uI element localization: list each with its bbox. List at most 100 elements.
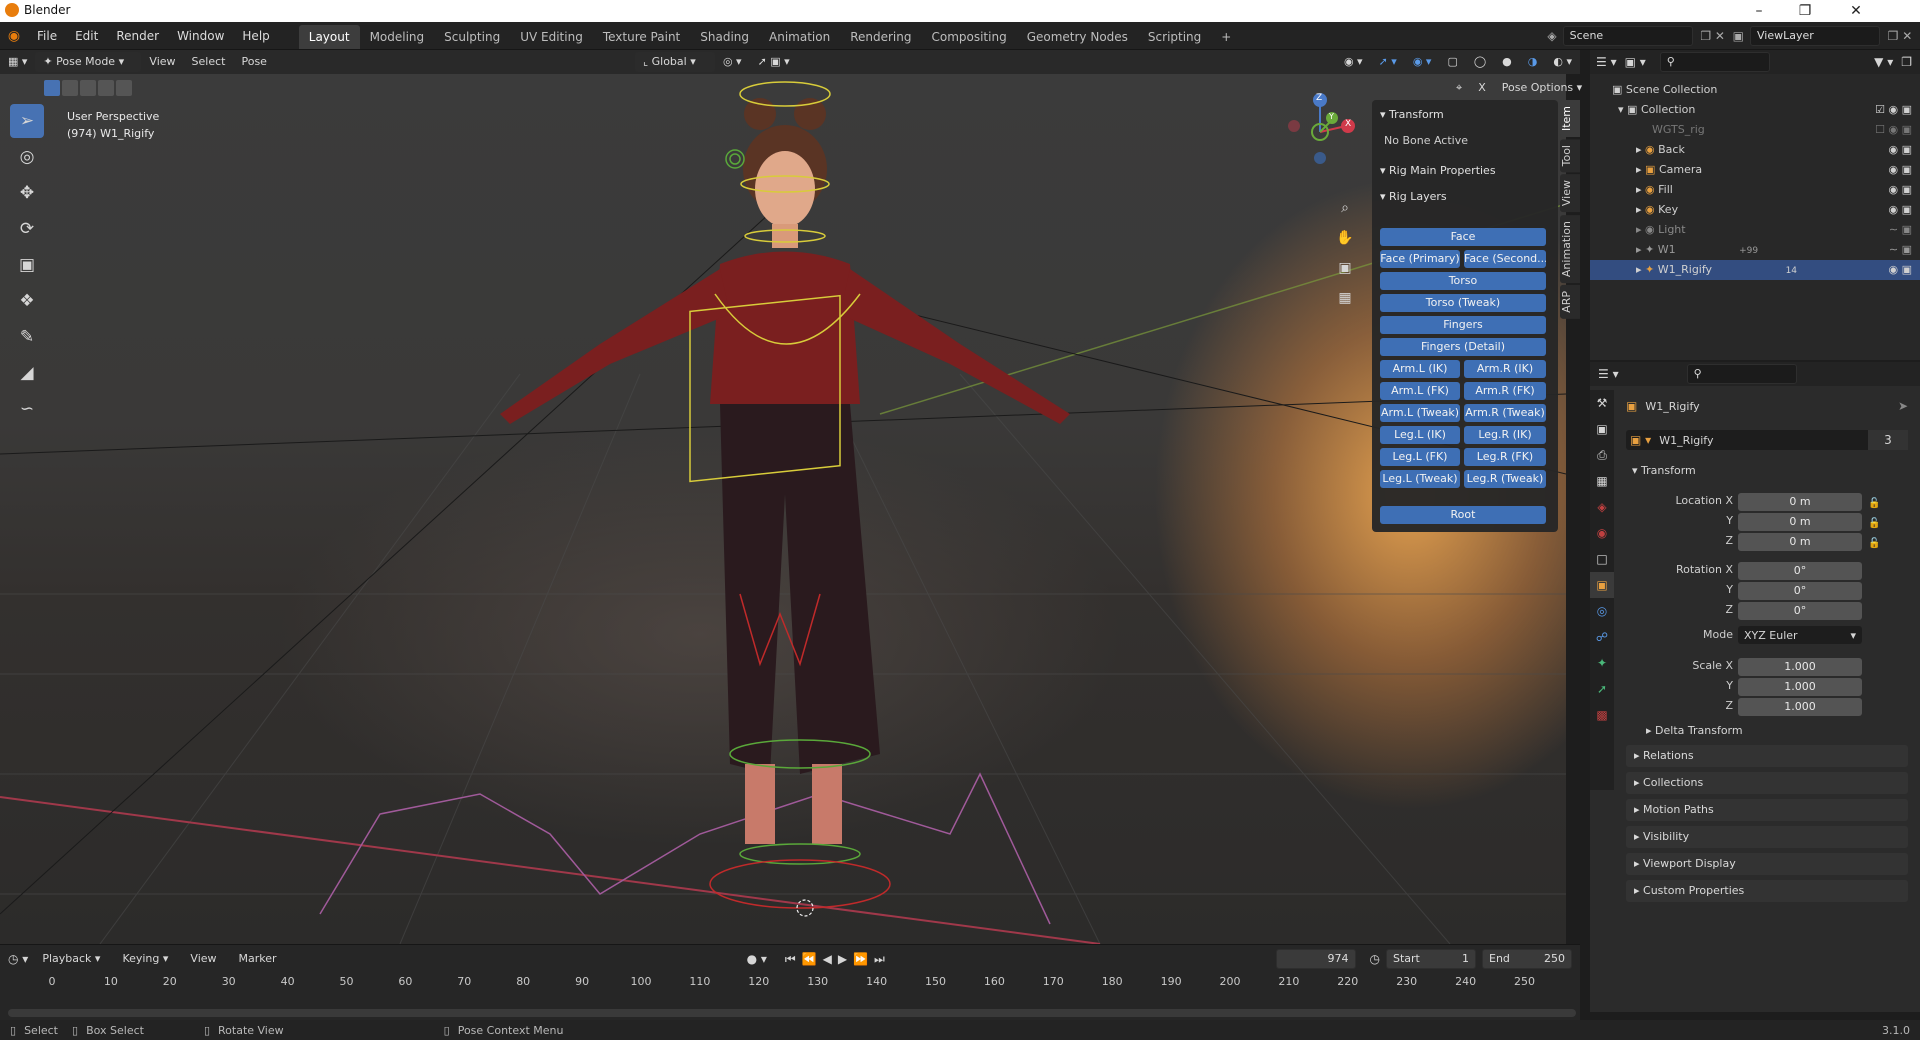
location-y-field[interactable]: 0 m bbox=[1738, 513, 1862, 531]
scale-x-field[interactable]: 1.000 bbox=[1738, 658, 1862, 676]
select-extend-icon[interactable] bbox=[62, 80, 78, 96]
annotate-icon[interactable]: ✎ bbox=[10, 320, 44, 354]
menu-help[interactable]: Help bbox=[233, 22, 278, 50]
tab-animation-side[interactable]: Animation bbox=[1560, 214, 1580, 283]
measure-icon[interactable]: ◢ bbox=[10, 356, 44, 390]
tab-rendering[interactable]: Rendering bbox=[840, 25, 921, 49]
key-visibility-icons[interactable]: ◉ ▣ bbox=[1889, 200, 1913, 220]
cursor-icon[interactable]: ◎ bbox=[10, 140, 44, 174]
new-viewlayer-icon[interactable]: ❐ ✕ bbox=[1880, 29, 1920, 43]
wireframe-shading-icon[interactable]: ◯ bbox=[1466, 52, 1494, 72]
rendered-shading-icon[interactable]: ◐ ▾ bbox=[1545, 52, 1580, 72]
layer-leg-l-tweak-button[interactable]: Leg.L (Tweak) bbox=[1380, 470, 1460, 488]
layer-leg-r-ik-button[interactable]: Leg.R (IK) bbox=[1464, 426, 1546, 444]
pose-tool-icon[interactable]: ∽ bbox=[10, 392, 44, 426]
tab-compositing[interactable]: Compositing bbox=[921, 25, 1016, 49]
texture-props-icon[interactable]: ▩ bbox=[1590, 702, 1614, 728]
tab-tool[interactable]: Tool bbox=[1560, 139, 1580, 173]
fill-visibility-icons[interactable]: ◉ ▣ bbox=[1889, 180, 1913, 200]
solid-shading-icon[interactable]: ● bbox=[1494, 52, 1520, 72]
location-z-field[interactable]: 0 m bbox=[1738, 533, 1862, 551]
constraints-props-icon[interactable]: ☍ bbox=[1590, 624, 1614, 650]
menu-view[interactable]: View bbox=[141, 52, 183, 72]
frame-ruler[interactable]: 0 10 20 30 40 50 60 70 80 90 100 110 120 130 140 150 160… bbox=[0, 945, 1580, 1005]
section-visibility[interactable]: ▸ Visibility bbox=[1626, 826, 1908, 848]
outliner-editor-icon[interactable]: ☰ ▾ bbox=[1596, 55, 1617, 69]
collection-props-icon[interactable]: □ bbox=[1590, 546, 1614, 572]
transform-lock-icons[interactable]: 🔓 🔓 🔓 bbox=[1868, 494, 1892, 554]
scene-props-icon[interactable]: ◈ bbox=[1590, 494, 1614, 520]
editor-type-icon[interactable]: ▦ ▾ bbox=[0, 52, 35, 72]
rotation-z-field[interactable]: 0° bbox=[1738, 602, 1862, 620]
transform-section-header[interactable]: ▾ Transform bbox=[1632, 464, 1696, 477]
rotation-x-field[interactable]: 0° bbox=[1738, 562, 1862, 580]
menu-pose[interactable]: Pose bbox=[233, 52, 274, 72]
tab-texture-paint[interactable]: Texture Paint bbox=[593, 25, 690, 49]
scale-z-field[interactable]: 1.000 bbox=[1738, 698, 1862, 716]
rig-layers-header[interactable]: ▾ Rig Layers bbox=[1372, 186, 1558, 208]
minimize-icon[interactable]: – bbox=[1736, 0, 1782, 22]
layer-torso-tweak-button[interactable]: Torso (Tweak) bbox=[1380, 294, 1546, 312]
outliner-row-camera[interactable]: ▸ ▣ Camera ◉ ▣ bbox=[1590, 160, 1920, 180]
location-x-field[interactable]: 0 m bbox=[1738, 493, 1862, 511]
outliner-row-fill[interactable]: ▸ ◉ Fill ◉ ▣ bbox=[1590, 180, 1920, 200]
w1-rigify-visibility-icons[interactable]: ◉ ▣ bbox=[1889, 260, 1913, 280]
menu-edit[interactable]: Edit bbox=[66, 22, 107, 50]
pivot-icon[interactable]: ◎ ▾ bbox=[715, 52, 750, 72]
physics-props-icon[interactable]: ◎ bbox=[1590, 598, 1614, 624]
rotation-mode-dropdown[interactable]: XYZ Euler ▾ bbox=[1738, 626, 1862, 644]
gizmo-toggle-icon[interactable]: ➚ ▾ bbox=[1371, 52, 1405, 72]
select-new-icon[interactable] bbox=[44, 80, 60, 96]
layer-arm-l-fk-button[interactable]: Arm.L (FK) bbox=[1380, 382, 1460, 400]
timeline-scrollbar[interactable] bbox=[8, 1009, 1576, 1017]
layer-arm-l-tweak-button[interactable]: Arm.L (Tweak) bbox=[1380, 404, 1460, 422]
rotation-y-field[interactable]: 0° bbox=[1738, 582, 1862, 600]
scene-icon[interactable]: ◈ bbox=[1547, 29, 1556, 43]
delta-transform-header[interactable]: ▸ Delta Transform bbox=[1646, 724, 1743, 737]
output-props-icon[interactable]: ⎙ bbox=[1590, 442, 1614, 468]
rotate-icon[interactable]: ⟳ bbox=[10, 212, 44, 246]
tab-scripting[interactable]: Scripting bbox=[1138, 25, 1211, 49]
collection-visibility-icons[interactable]: ☑ ◉ ▣ bbox=[1875, 100, 1912, 120]
section-relations[interactable]: ▸ Relations bbox=[1626, 745, 1908, 767]
layer-arm-r-fk-button[interactable]: Arm.R (FK) bbox=[1464, 382, 1546, 400]
select-intersect-icon[interactable] bbox=[116, 80, 132, 96]
layer-arm-l-ik-button[interactable]: Arm.L (IK) bbox=[1380, 360, 1460, 378]
layer-root-button[interactable]: Root bbox=[1380, 506, 1546, 524]
layer-arm-r-tweak-button[interactable]: Arm.R (Tweak) bbox=[1464, 404, 1546, 422]
new-scene-icon[interactable]: ❐ ✕ bbox=[1693, 29, 1733, 43]
auto-normalize-icon[interactable]: ⌖ bbox=[1448, 78, 1470, 98]
tab-geometry-nodes[interactable]: Geometry Nodes bbox=[1017, 25, 1138, 49]
camera-visibility-icons[interactable]: ◉ ▣ bbox=[1889, 160, 1913, 180]
navigation-gizmo[interactable]: Z X Y bbox=[1280, 88, 1360, 168]
outliner-row-key[interactable]: ▸ ◉ Key ◉ ▣ bbox=[1590, 200, 1920, 220]
tab-layout[interactable]: Layout bbox=[298, 24, 360, 49]
filter-icon[interactable]: ▼ ▾ bbox=[1874, 55, 1893, 69]
display-mode-icon[interactable]: ▣ ▾ bbox=[1625, 55, 1646, 69]
section-custom-properties[interactable]: ▸ Custom Properties bbox=[1626, 880, 1908, 902]
transform-icon[interactable]: ❖ bbox=[10, 284, 44, 318]
menu-render[interactable]: Render bbox=[107, 22, 168, 50]
new-collection-icon[interactable]: ❐ bbox=[1901, 55, 1912, 69]
x-mirror-toggle[interactable]: X bbox=[1470, 78, 1494, 98]
section-viewport-display[interactable]: ▸ Viewport Display bbox=[1626, 853, 1908, 875]
object-props-icon[interactable]: ▣ bbox=[1590, 572, 1614, 598]
tab-uv-editing[interactable]: UV Editing bbox=[510, 25, 593, 49]
tab-shading[interactable]: Shading bbox=[690, 25, 759, 49]
properties-search-input[interactable]: ⚲ bbox=[1686, 364, 1797, 384]
viewlayer-field[interactable]: ViewLayer bbox=[1750, 25, 1880, 46]
snap-icon[interactable]: ➚ ▣ ▾ bbox=[750, 52, 798, 72]
transform-header[interactable]: ▾ Transform bbox=[1372, 104, 1558, 126]
overlay-toggle-icon[interactable]: ◉ ▾ bbox=[1405, 52, 1440, 72]
tab-modeling[interactable]: Modeling bbox=[360, 25, 435, 49]
world-props-icon[interactable]: ◉ bbox=[1590, 520, 1614, 546]
outliner-row-w1-rigify[interactable]: ▸ ✦ W1_Rigify 14 ◉ ▣ bbox=[1590, 260, 1920, 280]
properties-editor-icon[interactable]: ☰ ▾ bbox=[1598, 367, 1619, 381]
layer-leg-l-ik-button[interactable]: Leg.L (IK) bbox=[1380, 426, 1460, 444]
layer-fingers-detail-button[interactable]: Fingers (Detail) bbox=[1380, 338, 1546, 356]
layer-torso-button[interactable]: Torso bbox=[1380, 272, 1546, 290]
datablock-users[interactable]: 3 bbox=[1868, 430, 1908, 450]
tab-animation[interactable]: Animation bbox=[759, 25, 840, 49]
outliner-row-w1[interactable]: ▸ ✦ W1 +99 ∼ ▣ bbox=[1590, 240, 1920, 260]
outliner-row-wgts-rig[interactable]: WGTS_rig ☐ ◉ ▣ bbox=[1590, 120, 1920, 140]
